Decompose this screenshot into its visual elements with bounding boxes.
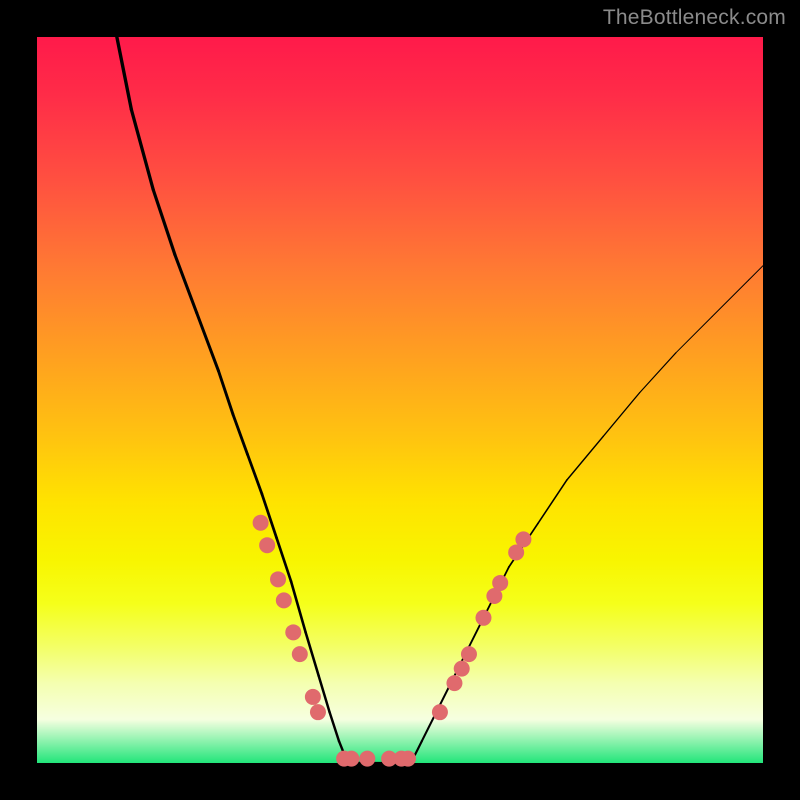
data-point (492, 575, 508, 591)
data-point (400, 751, 416, 767)
data-point (461, 646, 477, 662)
data-point (454, 661, 470, 677)
watermark-text: TheBottleneck.com (603, 6, 786, 30)
curve-segment (153, 189, 175, 254)
data-point (285, 624, 301, 640)
data-point (359, 751, 375, 767)
curve-segment (117, 37, 132, 110)
curve-segment (233, 415, 248, 455)
curve-segment (748, 266, 763, 281)
data-point (475, 610, 491, 626)
curve-segment (248, 454, 263, 494)
curve-segment (676, 317, 712, 353)
data-point (259, 537, 275, 553)
data-point (270, 571, 286, 587)
curve-segment (712, 280, 748, 316)
data-point (253, 515, 269, 531)
data-point (276, 592, 292, 608)
data-point (305, 689, 321, 705)
curve-segment (197, 313, 219, 371)
chart-container: TheBottleneck.com (0, 0, 800, 800)
curve-segment (175, 255, 197, 313)
curve-segment (603, 393, 639, 437)
data-point (446, 675, 462, 691)
chart-svg (37, 37, 763, 763)
curve-segment (640, 353, 676, 393)
curve-segment (219, 371, 234, 415)
curve-segment (131, 110, 153, 190)
curve-segment (538, 480, 567, 524)
data-point (292, 646, 308, 662)
data-point (515, 531, 531, 547)
curve-segment (567, 436, 603, 480)
plot-area (37, 37, 763, 763)
curve-segment (330, 712, 339, 741)
data-point (343, 751, 359, 767)
data-point (310, 704, 326, 720)
data-point (432, 704, 448, 720)
